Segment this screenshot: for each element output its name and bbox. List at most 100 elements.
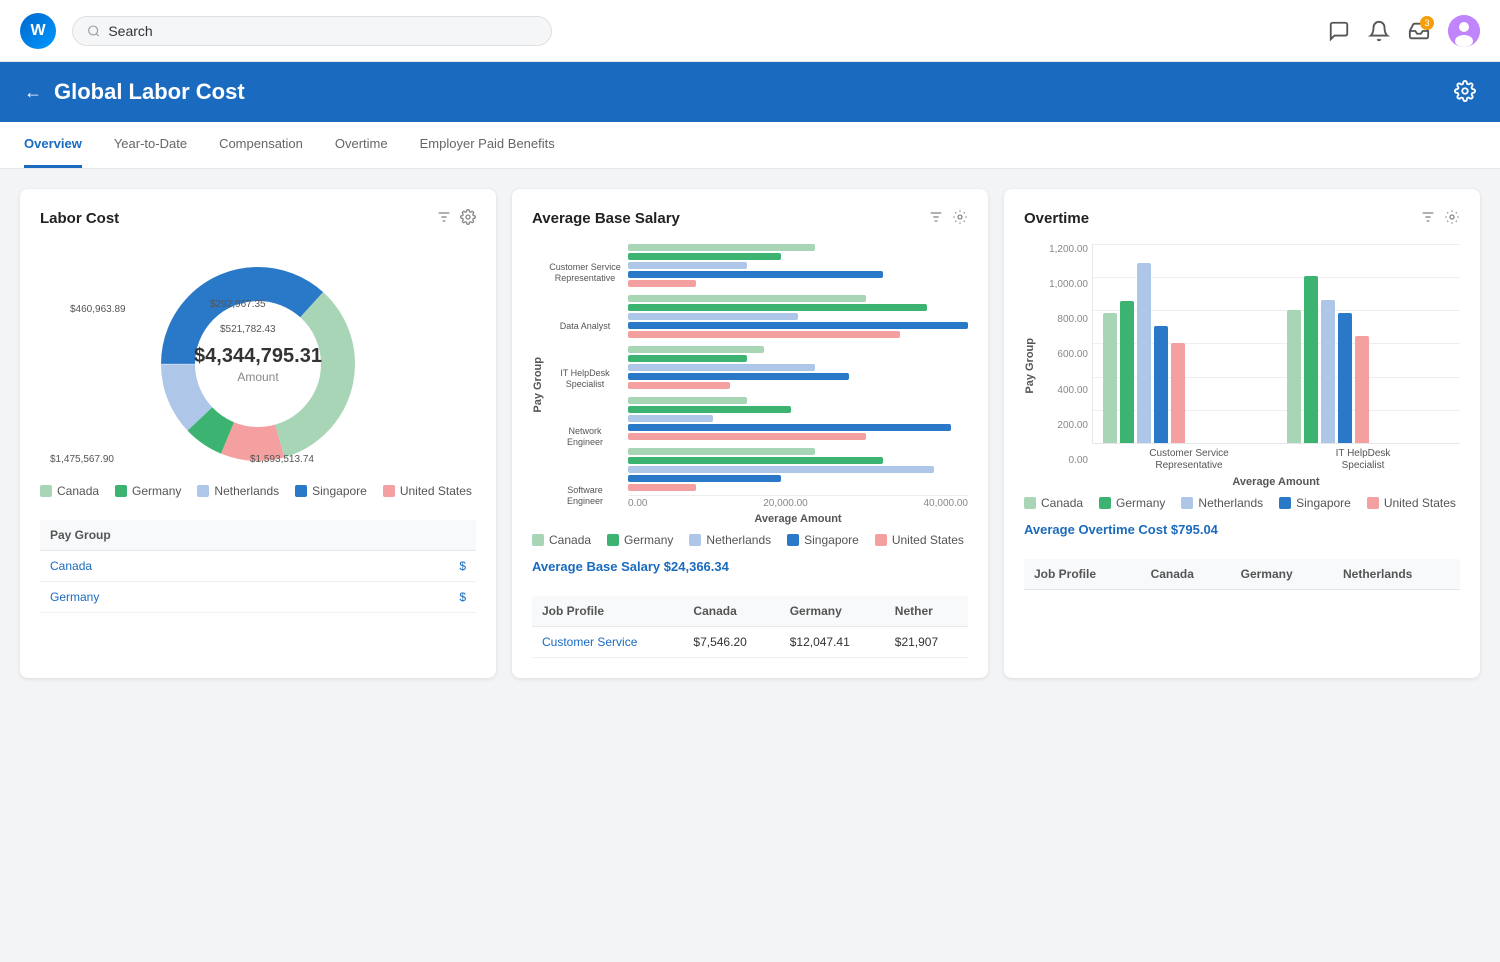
search-icon (87, 24, 100, 38)
inbox-icon[interactable]: 3 (1408, 20, 1430, 42)
y-axis-labels: Customer ServiceRepresentative Data Anal… (548, 244, 628, 525)
germany-dot (607, 534, 619, 546)
nav-right: 3 (1328, 15, 1480, 47)
bar-germany (628, 355, 747, 362)
bar-group-it (1287, 276, 1451, 443)
canada-dot (1024, 497, 1036, 509)
job-profile-cs[interactable]: Customer Service (532, 627, 683, 658)
donut-amount: $4,344,795.31 (194, 345, 322, 368)
salary-legend: Canada Germany Netherlands Singapore Uni… (532, 533, 968, 547)
avg-salary-header: Average Base Salary (532, 209, 968, 228)
legend-singapore: Singapore (295, 484, 367, 498)
gear-icon[interactable] (1444, 209, 1460, 228)
bar-canada (1103, 313, 1117, 443)
search-input[interactable] (108, 23, 537, 39)
bar-canada (628, 397, 747, 404)
filter-icon[interactable] (1420, 209, 1436, 228)
gear-icon[interactable] (460, 209, 476, 228)
search-bar[interactable] (72, 16, 552, 46)
legend-netherlands: Netherlands (1181, 496, 1263, 510)
y-label: NetworkEngineer (548, 426, 622, 448)
legend-canada: Canada (532, 533, 591, 547)
table-row: Germany $ (40, 582, 476, 613)
tab-year-to-date[interactable]: Year-to-Date (114, 122, 187, 168)
bar-singapore (628, 475, 781, 482)
tab-overview[interactable]: Overview (24, 122, 82, 168)
bar-netherlands (628, 313, 798, 320)
pay-group-germany[interactable]: Germany (40, 582, 368, 613)
x-tick: 20,000.00 (763, 498, 808, 509)
legend-netherlands: Netherlands (197, 484, 279, 498)
gear-icon[interactable] (952, 209, 968, 228)
bar-singapore (1154, 326, 1168, 443)
bar-netherlands (628, 364, 815, 371)
user-avatar[interactable] (1448, 15, 1480, 47)
tab-overtime[interactable]: Overtime (335, 122, 388, 168)
bar-usa (628, 382, 730, 389)
netherlands-dot (689, 534, 701, 546)
germany-dot (115, 485, 127, 497)
labor-cost-table-container: Pay Group Canada $ Germany $ (40, 510, 476, 613)
x-tick: 0.00 (628, 498, 647, 509)
bar-germany (1120, 301, 1134, 443)
bar-usa (628, 433, 866, 440)
x-label-csr: Customer ServiceRepresentative (1102, 448, 1276, 472)
labor-cost-card-icons (436, 209, 476, 228)
overtime-card: Overtime Pay Group 0.00 (1004, 189, 1480, 678)
bar-group-it (628, 346, 968, 389)
overtime-legend: Canada Germany Netherlands Singapore Uni… (1024, 496, 1460, 510)
overtime-table: Job Profile Canada Germany Netherlands (1024, 559, 1460, 590)
bar-germany (628, 406, 791, 413)
cs-netherlands: $21,907 (885, 627, 968, 658)
germany-header: Germany (780, 596, 885, 627)
job-profile-header: Job Profile (1024, 559, 1141, 590)
y-axis-label: Pay Group (532, 357, 544, 413)
legend-netherlands: Netherlands (689, 533, 771, 547)
singapore-dot (1279, 497, 1291, 509)
bar-netherlands (628, 262, 747, 269)
filter-icon[interactable] (436, 209, 452, 228)
usa-dot (1367, 497, 1379, 509)
bar-usa (1355, 336, 1369, 443)
settings-icon[interactable] (1454, 80, 1476, 105)
y-label: Customer ServiceRepresentative (548, 262, 622, 284)
bar-group-se (628, 448, 968, 491)
germany-header: Germany (1231, 559, 1333, 590)
bar-netherlands (628, 466, 934, 473)
job-profile-header: Job Profile (532, 596, 683, 627)
legend-canada: Canada (1024, 496, 1083, 510)
tab-compensation[interactable]: Compensation (219, 122, 303, 168)
bar-group-csr (628, 244, 968, 287)
bar-germany (628, 457, 883, 464)
legend-germany: Germany (115, 484, 181, 498)
netherlands-dot (1181, 497, 1193, 509)
canada-header: Canada (683, 596, 779, 627)
netherlands-label: Netherlands (214, 484, 279, 498)
cs-germany: $12,047.41 (780, 627, 885, 658)
netherlands-header: Netherlands (1333, 559, 1460, 590)
filter-icon[interactable] (928, 209, 944, 228)
y-tick: 1,000.00 (1042, 279, 1088, 290)
chat-icon[interactable] (1328, 20, 1350, 42)
table-row: Canada $ (40, 551, 476, 582)
notification-icon[interactable] (1368, 20, 1390, 42)
tab-employer-paid-benefits[interactable]: Employer Paid Benefits (420, 122, 555, 168)
legend-singapore: Singapore (787, 533, 859, 547)
grid-line (1093, 244, 1460, 245)
avg-salary-icons (928, 209, 968, 228)
y-tick: 400.00 (1042, 385, 1088, 396)
bar-germany (628, 253, 781, 260)
back-button[interactable]: ← (24, 82, 42, 103)
salary-table-container: Job Profile Canada Germany Nether Custom… (532, 586, 968, 658)
y-tick: 800.00 (1042, 314, 1088, 325)
salary-summary-label: Average Base Salary (532, 559, 664, 574)
overtime-y-label: Pay Group (1024, 338, 1036, 394)
bar-singapore (1338, 313, 1352, 443)
pay-group-canada[interactable]: Canada (40, 551, 368, 582)
bar-netherlands (1321, 300, 1335, 443)
overtime-bars-inner (1092, 244, 1460, 444)
avg-salary-card: Average Base Salary Pay Group (512, 189, 988, 678)
overtime-x-labels: Customer ServiceRepresentative IT HelpDe… (1092, 448, 1460, 472)
overtime-summary-value: $795.04 (1171, 522, 1218, 537)
y-tick: 200.00 (1042, 420, 1088, 431)
